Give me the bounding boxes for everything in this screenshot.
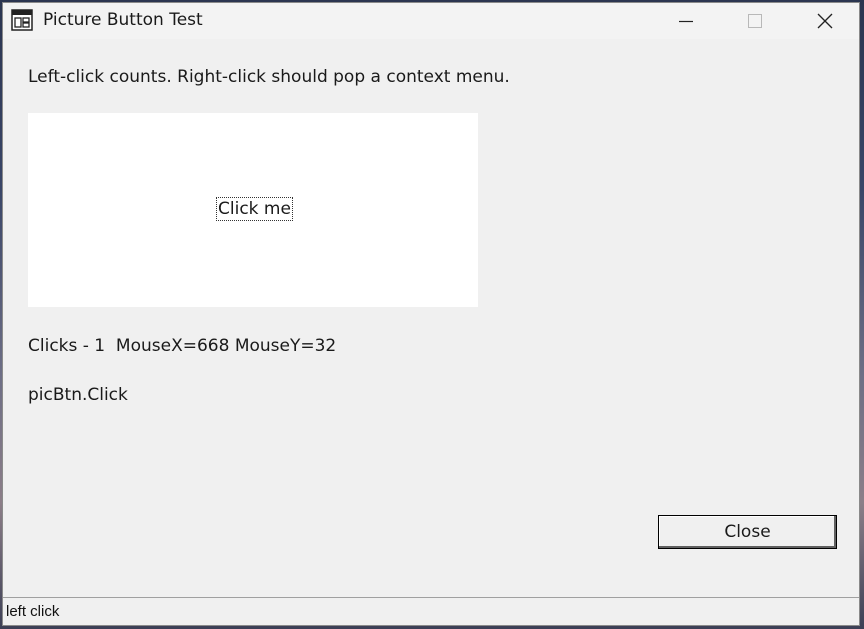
close-icon — [817, 13, 833, 29]
status-text: left click — [6, 603, 60, 620]
instructions-label: Left-click counts. Right-click should po… — [28, 67, 510, 87]
picture-button-label[interactable]: Click me — [216, 197, 293, 221]
close-window-button[interactable] — [789, 3, 857, 39]
app-window: Picture Button Test Left-click counts. R… — [2, 2, 860, 626]
minimize-button[interactable] — [652, 3, 720, 39]
last-event-label: picBtn.Click — [28, 385, 128, 405]
status-bar: left click — [3, 597, 859, 625]
app-window-icon — [11, 9, 33, 31]
title-bar[interactable]: Picture Button Test — [3, 3, 859, 39]
clicks-status-label: Clicks - 1 MouseX=668 MouseY=32 — [28, 336, 337, 356]
maximize-icon — [748, 14, 762, 28]
minimize-icon — [679, 20, 693, 23]
maximize-button[interactable] — [720, 3, 788, 39]
window-title: Picture Button Test — [43, 10, 203, 30]
close-button[interactable]: Close — [658, 515, 837, 549]
picture-button[interactable]: Click me — [28, 113, 478, 307]
